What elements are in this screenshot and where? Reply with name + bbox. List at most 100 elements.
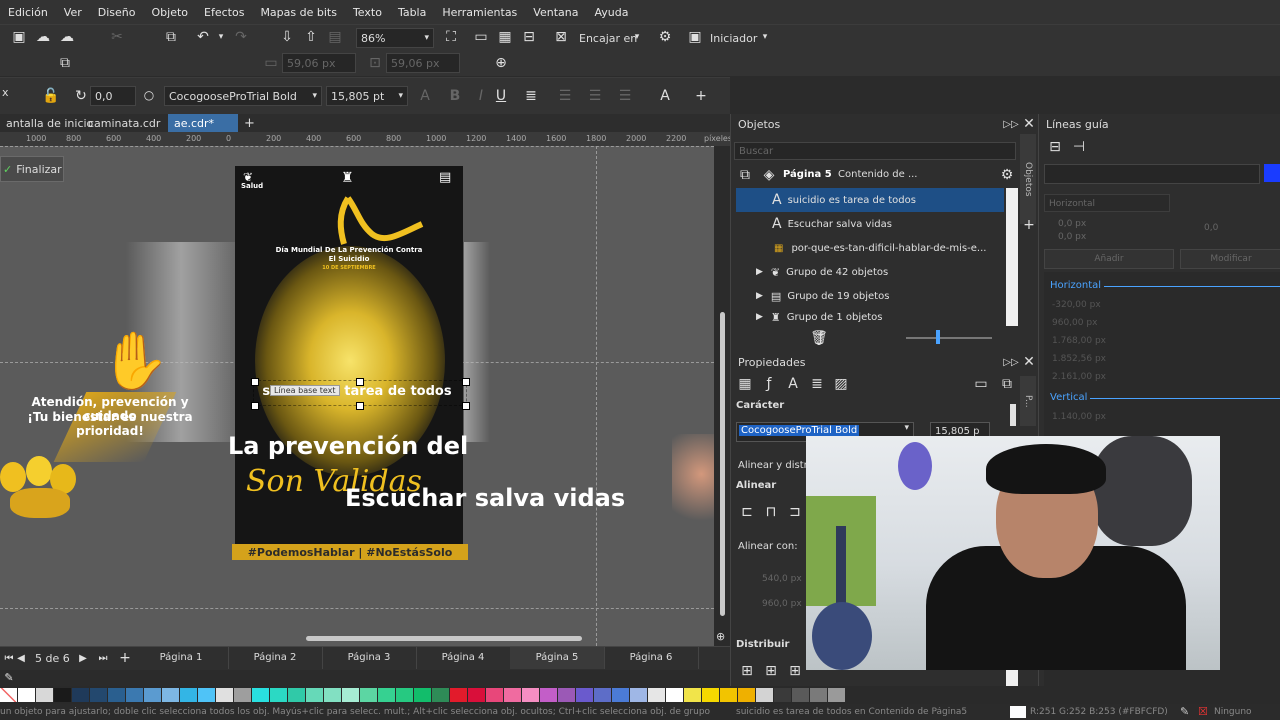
font-family-select[interactable]: CocogooseProTrial Bold ▾ [164,86,322,106]
delete-icon[interactable]: 🗑 [810,329,828,347]
rotate-icon[interactable]: ↻ [72,87,90,105]
export-icon[interactable]: ⇧ [302,28,320,46]
content-label[interactable]: Contenido de ... [838,169,918,180]
align-left-icon[interactable]: ⊏ [738,503,756,521]
page-tab[interactable]: Página 6 [604,647,699,669]
color-swatch[interactable] [324,688,342,702]
menu-item[interactable]: Texto [345,6,390,19]
color-swatch[interactable] [72,688,90,702]
font-list-icon[interactable]: A [416,87,434,105]
properties-side-tab[interactable]: P... [1020,376,1036,426]
cut-icon[interactable]: ✂ [108,28,126,46]
selection-handle[interactable] [356,402,364,410]
color-swatch[interactable] [612,688,630,702]
zoom-fit-icon[interactable]: ⛶ [442,28,460,46]
launcher-label[interactable]: Iniciador [710,32,757,45]
snap-icon[interactable]: ⊠ [552,28,570,46]
effects-icon[interactable]: ƒ [760,375,778,393]
add-guide-button[interactable]: Añadir [1044,249,1174,269]
list-item[interactable]: 2.161,00 px [1052,372,1106,382]
finalize-button[interactable]: ✓ Finalizar [0,156,64,182]
frame-icon[interactable]: ▭ [972,375,990,393]
collapse-panel-icon[interactable]: ▷▷ [1002,353,1020,371]
fill-color-swatch[interactable] [1010,706,1026,718]
guide-angle-field[interactable]: 0,0 [1204,223,1218,233]
color-swatch[interactable] [702,688,720,702]
distribute-icon[interactable]: ⊞ [762,662,780,680]
menu-item[interactable]: Diseño [90,6,144,19]
undo-dropdown-icon[interactable]: ▾ [212,28,230,46]
left-text-line2[interactable]: ¡Tu bienestar es nuestra prioridad! [10,410,210,438]
menu-item[interactable]: Efectos [196,6,252,19]
expand-icon[interactable]: ▶ [756,267,763,277]
color-swatch[interactable] [828,688,846,702]
next-page-icon[interactable]: ▶ [74,649,92,667]
color-swatch[interactable] [738,688,756,702]
color-swatch[interactable] [342,688,360,702]
color-swatch[interactable] [414,688,432,702]
color-swatch[interactable] [684,688,702,702]
color-swatch[interactable] [648,688,666,702]
page-tab[interactable]: Página 4 [416,647,511,669]
color-swatch[interactable] [558,688,576,702]
color-swatch[interactable] [144,688,162,702]
close-icon[interactable]: ✕ [1020,115,1038,133]
expand-icon[interactable]: ▶ [756,291,763,301]
menu-item[interactable]: Mapas de bits [252,6,345,19]
publish-pdf-icon[interactable]: ▤ [326,28,344,46]
zoom-level-field[interactable]: 86% ▾ [356,28,434,48]
object-height-field[interactable]: 59,06 px [386,53,460,73]
font-size-select[interactable]: 15,805 pt ▾ [326,86,408,106]
color-swatch[interactable] [756,688,774,702]
vertical-text-icon[interactable]: ☰ [616,87,634,105]
color-swatch[interactable] [252,688,270,702]
color-swatch[interactable] [162,688,180,702]
lock-icon[interactable]: 🔓 [42,87,60,105]
modify-guide-button[interactable]: Modificar [1180,249,1280,269]
list-item[interactable]: ▶ ❦ Grupo de 42 objetos [736,260,1004,284]
lock-ratio-icon[interactable]: ⊡ [366,54,384,72]
color-swatch[interactable] [774,688,792,702]
rulers-icon[interactable]: ⊟ [520,28,538,46]
drawing-canvas[interactable]: ✓ Finalizar ✋ Atendión, prevención y cui… [0,146,714,646]
image-icon[interactable]: ▨ [832,375,850,393]
paragraph-icon[interactable]: ≣ [808,375,826,393]
color-swatch[interactable] [432,688,450,702]
page-tab[interactable]: Página 1 [134,647,229,669]
drop-cap-icon[interactable]: ☰ [586,87,604,105]
export-panel-icon[interactable]: ⧉ [998,375,1016,393]
selection-handle[interactable] [462,402,470,410]
list-item[interactable]: 1.768,00 px [1052,336,1106,346]
guide-y-field[interactable]: 0,0 px [1058,232,1086,242]
launcher-icon[interactable]: ▣ [686,28,704,46]
vertical-scrollbar[interactable] [720,312,725,616]
rotation-angle-field[interactable]: 0,0 [90,86,136,106]
close-icon[interactable]: ✕ [1020,353,1038,371]
character-icon[interactable]: A [784,375,802,393]
guide-vertical-icon[interactable]: ⊣ [1070,138,1088,156]
color-swatch[interactable] [396,688,414,702]
new-tab-icon[interactable]: + [238,114,261,132]
menu-item[interactable]: Herramientas [434,6,525,19]
color-swatch[interactable] [540,688,558,702]
underline-icon[interactable]: U [492,87,510,105]
color-swatch[interactable] [306,688,324,702]
fit-dropdown-icon[interactable]: ▾ [628,28,646,46]
color-swatch[interactable] [54,688,72,702]
zoom-icon[interactable]: ⊕ [716,630,725,643]
no-color-swatch[interactable] [0,688,18,702]
color-swatch[interactable] [792,688,810,702]
page-label[interactable]: Página 5 [783,169,832,180]
prev-page-icon[interactable]: ◀ [12,649,30,667]
color-swatch[interactable] [576,688,594,702]
cloud-upload-icon[interactable]: ☁ [34,28,52,46]
color-swatch[interactable] [36,688,54,702]
menu-item[interactable]: Tabla [390,6,434,19]
bold-icon[interactable]: B [446,87,464,105]
color-swatch[interactable] [216,688,234,702]
fill-icon[interactable]: ▦ [736,375,754,393]
grid-icon[interactable]: ▦ [496,28,514,46]
distribute-icon[interactable]: ⊞ [738,662,756,680]
undo-icon[interactable]: ↶ [194,28,212,46]
object-width-field[interactable]: 59,06 px [282,53,356,73]
